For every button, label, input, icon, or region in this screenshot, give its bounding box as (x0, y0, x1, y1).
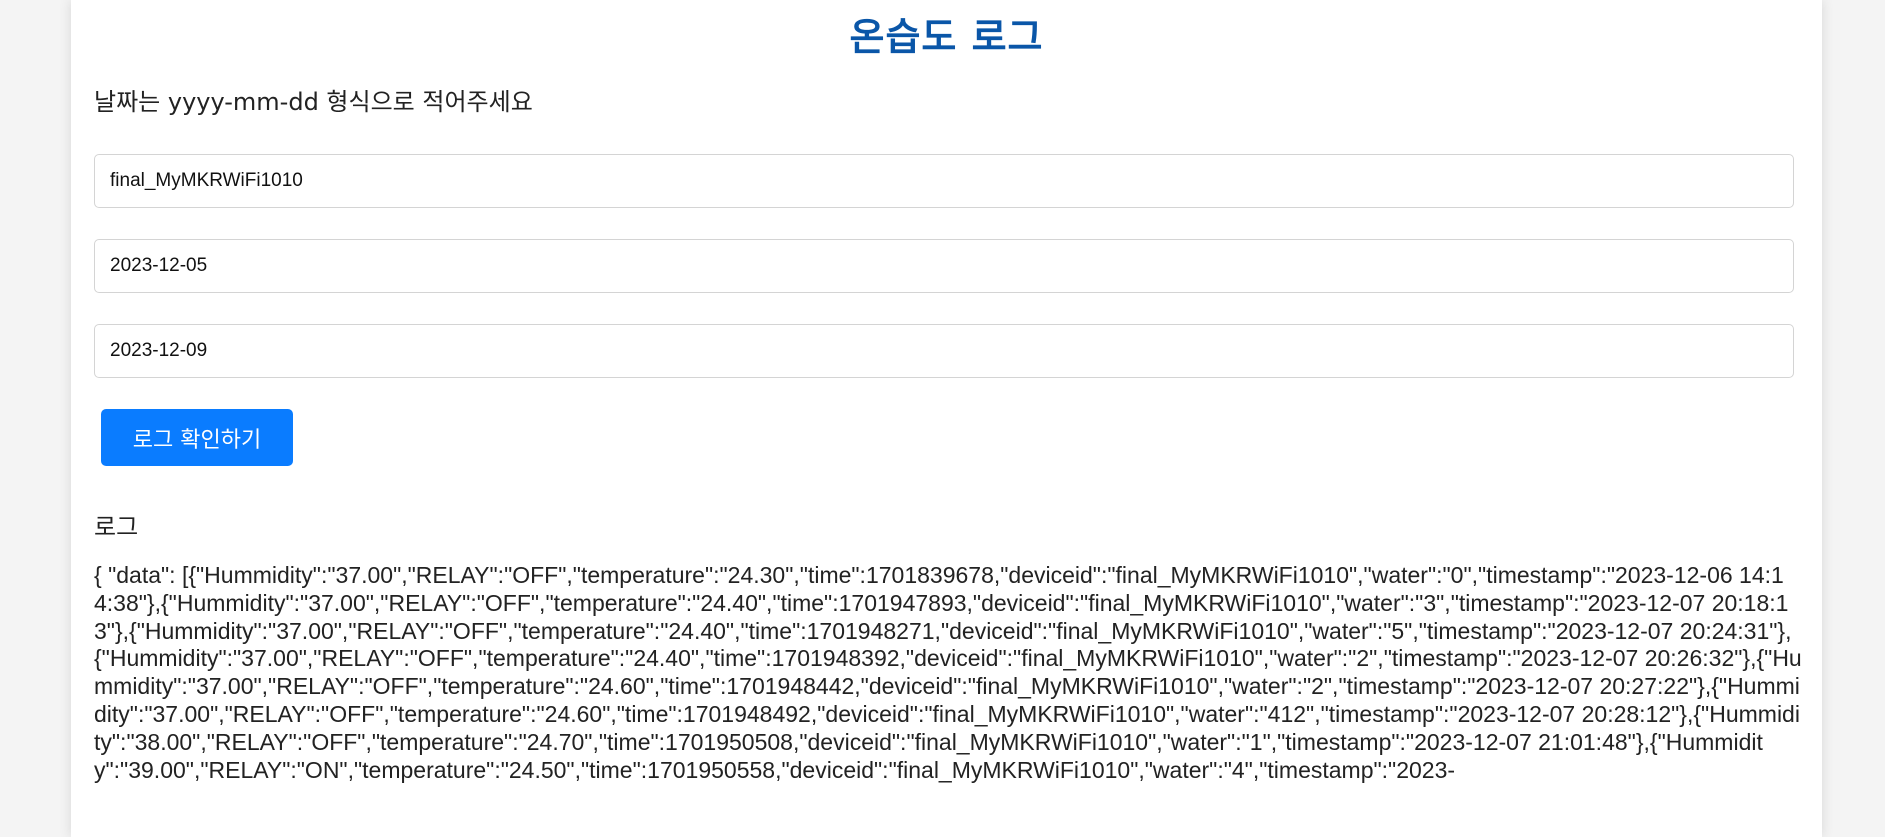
date-format-instruction: 날짜는 yyyy-mm-dd 형식으로 적어주세요 (94, 88, 533, 116)
start-date-input[interactable] (94, 239, 1794, 293)
log-output: { "data": [{"Hummidity":"37.00","RELAY":… (94, 562, 1802, 783)
view-log-button[interactable]: 로그 확인하기 (101, 409, 293, 466)
device-id-input[interactable] (94, 154, 1794, 208)
page-title: 온습도 로그 (849, 15, 1044, 59)
end-date-input[interactable] (94, 324, 1794, 378)
main-container: 온습도 로그 날짜는 yyyy-mm-dd 형식으로 적어주세요 로그 확인하기… (71, 0, 1822, 837)
log-heading: 로그 (94, 513, 139, 541)
